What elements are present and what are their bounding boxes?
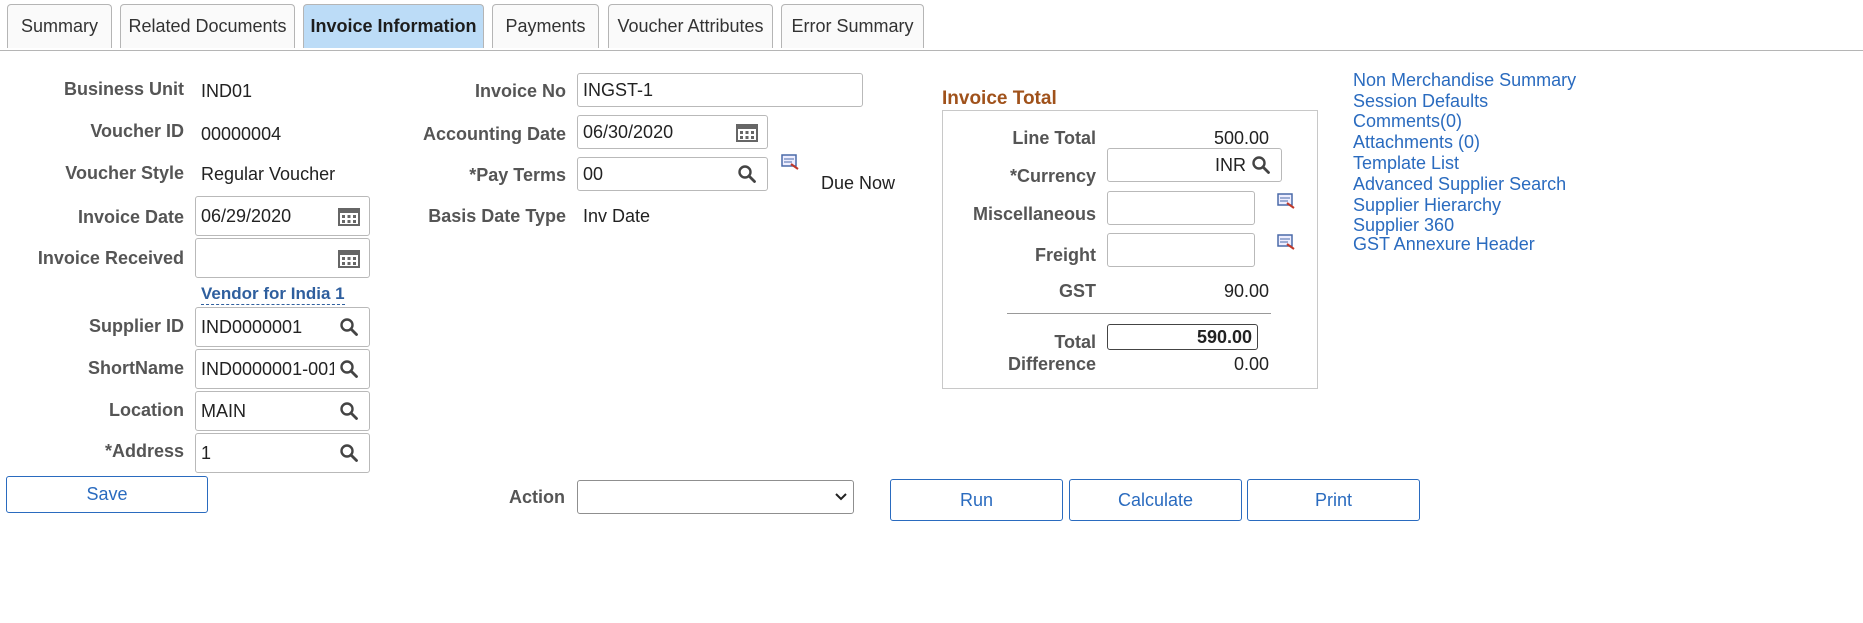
tab-related-documents[interactable]: Related Documents <box>120 4 295 48</box>
link-supplier-hierarchy[interactable]: Supplier Hierarchy <box>1353 195 1501 216</box>
line-total-value: 500.00 <box>1213 128 1269 148</box>
address-field[interactable]: 1 <box>195 433 370 473</box>
difference-value: 0.00 <box>1233 354 1269 374</box>
tab-bar: Summary Related Documents Invoice Inform… <box>0 0 1863 51</box>
link-template-list[interactable]: Template List <box>1353 153 1459 174</box>
link-session-defaults[interactable]: Session Defaults <box>1353 91 1488 112</box>
freight-label: Freight <box>1035 245 1096 265</box>
freight-field[interactable] <box>1107 233 1255 267</box>
accounting-date-field[interactable]: 06/30/2020 <box>577 115 768 149</box>
voucher-style-label: Voucher Style <box>65 163 184 183</box>
supplier-id-field[interactable]: IND0000001 <box>195 307 370 347</box>
shortname-label: ShortName <box>87 358 184 378</box>
shortname-field[interactable]: IND0000001-001 <box>195 349 370 389</box>
search-icon[interactable] <box>1246 150 1276 180</box>
voucher-style-value: Regular Voucher <box>201 164 336 184</box>
business-unit-label: Business Unit <box>63 79 184 99</box>
voucher-id-value: 00000004 <box>201 124 282 144</box>
pay-terms-value: 00 <box>583 163 604 184</box>
invoice-date-label: Invoice Date <box>77 207 184 227</box>
calendar-icon[interactable] <box>732 117 762 147</box>
shortname-value: IND0000001-001 <box>201 358 334 379</box>
total-divider <box>1007 313 1271 314</box>
line-total-label: Line Total <box>1012 128 1096 148</box>
invoice-date-field[interactable]: 06/29/2020 <box>195 196 370 236</box>
address-label: *Address <box>104 441 184 461</box>
vendor-link[interactable]: Vendor for India 1 <box>201 284 345 305</box>
tab-summary[interactable]: Summary <box>7 4 112 48</box>
link-attachments[interactable]: Attachments (0) <box>1353 132 1480 153</box>
basis-date-type-label: Basis Date Type <box>428 206 566 226</box>
miscellaneous-field[interactable] <box>1107 191 1255 225</box>
invoice-received-label: Invoice Received <box>37 248 184 268</box>
related-content-icon[interactable] <box>1277 193 1295 209</box>
tab-invoice-information[interactable]: Invoice Information <box>303 4 484 48</box>
save-button[interactable]: Save <box>6 476 208 513</box>
invoice-no-field[interactable]: INGST-1 <box>577 73 863 107</box>
currency-value: INR <box>1215 154 1246 175</box>
currency-field[interactable]: INR <box>1107 148 1282 182</box>
accounting-date-value: 06/30/2020 <box>583 121 674 142</box>
invoice-date-value: 06/29/2020 <box>201 205 292 226</box>
invoice-total-title: Invoice Total <box>942 88 1057 109</box>
search-icon[interactable] <box>732 159 762 189</box>
search-icon[interactable] <box>334 438 364 468</box>
voucher-id-label: Voucher ID <box>90 121 184 141</box>
accounting-date-label: Accounting Date <box>422 124 566 144</box>
search-icon[interactable] <box>334 354 364 384</box>
link-gst-annexure-header[interactable]: GST Annexure Header <box>1353 234 1535 255</box>
link-supplier-360[interactable]: Supplier 360 <box>1353 215 1454 236</box>
calendar-icon[interactable] <box>334 243 364 273</box>
invoice-received-field[interactable] <box>195 238 370 278</box>
location-label: Location <box>109 400 184 420</box>
link-non-merchandise-summary[interactable]: Non Merchandise Summary <box>1353 70 1576 91</box>
supplier-id-value: IND0000001 <box>201 316 303 337</box>
run-button[interactable]: Run <box>890 479 1063 521</box>
action-label: Action <box>509 487 565 507</box>
search-icon[interactable] <box>334 396 364 426</box>
action-select[interactable] <box>577 480 854 514</box>
link-advanced-supplier-search[interactable]: Advanced Supplier Search <box>1353 174 1566 195</box>
total-field: 590.00 <box>1107 324 1258 350</box>
print-button[interactable]: Print <box>1247 479 1420 521</box>
total-label: Total <box>1054 332 1096 352</box>
basis-date-type-value: Inv Date <box>583 206 651 226</box>
related-content-icon[interactable] <box>1277 234 1295 250</box>
currency-label: *Currency <box>1009 166 1096 186</box>
due-text: Due Now <box>821 173 896 193</box>
invoice-no-value: INGST-1 <box>583 79 654 100</box>
difference-label: Difference <box>1007 354 1096 374</box>
total-value: 590.00 <box>1196 326 1252 347</box>
supplier-id-label: Supplier ID <box>88 316 184 336</box>
address-value: 1 <box>201 442 212 463</box>
invoice-no-label: Invoice No <box>474 81 566 101</box>
search-icon[interactable] <box>334 312 364 342</box>
tab-error-summary[interactable]: Error Summary <box>781 4 924 48</box>
calendar-icon[interactable] <box>334 201 364 231</box>
location-value: MAIN <box>201 400 246 421</box>
business-unit-value: IND01 <box>201 81 253 101</box>
pay-terms-label: *Pay Terms <box>469 165 566 185</box>
chevron-down-icon <box>835 488 847 506</box>
pay-terms-field[interactable]: 00 <box>577 157 768 191</box>
calculate-button[interactable]: Calculate <box>1069 479 1242 521</box>
related-content-icon[interactable] <box>781 154 799 170</box>
tab-voucher-attributes[interactable]: Voucher Attributes <box>608 4 773 48</box>
miscellaneous-label: Miscellaneous <box>972 204 1096 224</box>
gst-value: 90.00 <box>1223 281 1269 301</box>
link-comments[interactable]: Comments(0) <box>1353 111 1462 132</box>
location-field[interactable]: MAIN <box>195 391 370 431</box>
tab-payments[interactable]: Payments <box>492 4 599 48</box>
gst-label: GST <box>1058 281 1096 301</box>
